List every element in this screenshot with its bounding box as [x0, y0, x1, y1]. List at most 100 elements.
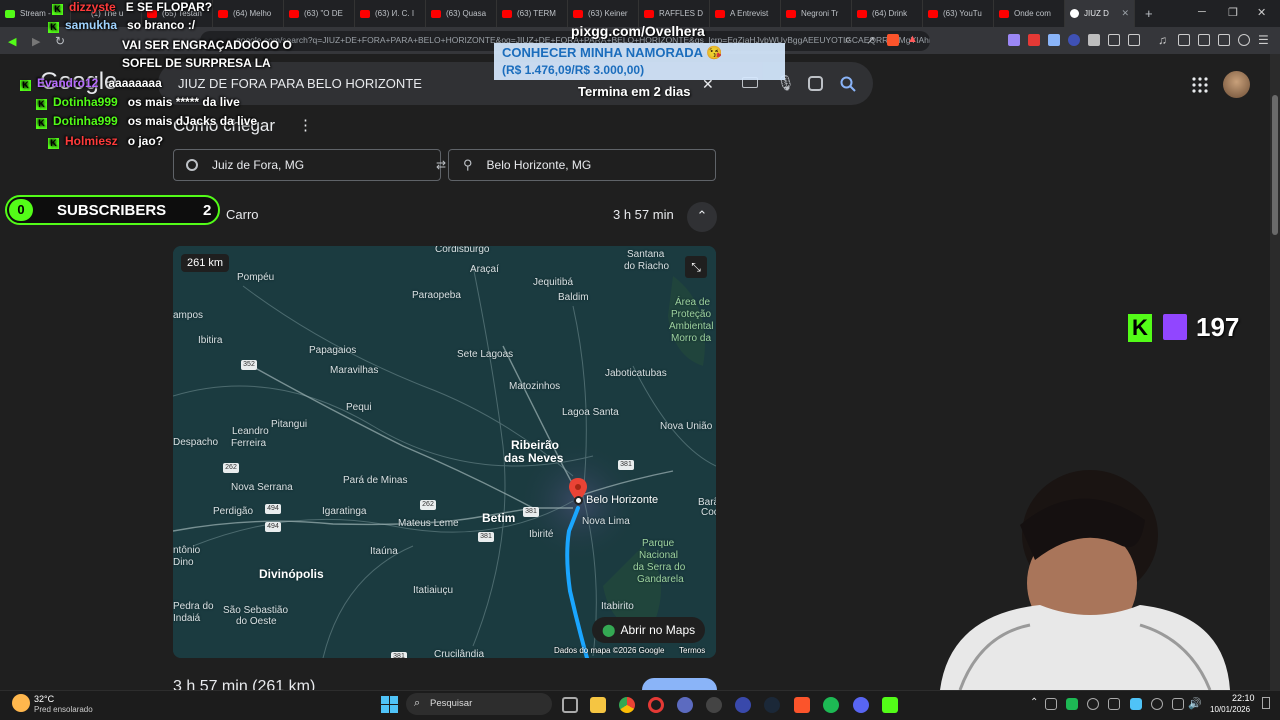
- music-icon[interactable]: ♫: [1158, 33, 1167, 47]
- browser-tab[interactable]: (63) "O DE: [284, 0, 355, 27]
- search-icon[interactable]: [840, 76, 856, 92]
- network-icon[interactable]: [1172, 698, 1184, 710]
- zoom-icon[interactable]: ⌕: [845, 34, 851, 47]
- chat-username: dizzyste: [69, 0, 116, 14]
- sidebar-icon[interactable]: [1178, 34, 1190, 46]
- close-icon[interactable]: ✕: [702, 76, 714, 93]
- screenshot-icon[interactable]: [1128, 34, 1140, 46]
- minimize-button[interactable]: ─: [1198, 6, 1206, 18]
- browser-tab[interactable]: (64) Drink: [852, 0, 923, 27]
- chat-username: samukha: [65, 18, 118, 32]
- tray-chevron-icon[interactable]: ⌃: [1030, 697, 1038, 708]
- extension-icon[interactable]: [1088, 34, 1100, 46]
- origin-field[interactable]: Juiz de Fora, MG: [173, 149, 441, 181]
- browser-tab[interactable]: (63) TERM: [497, 0, 568, 27]
- brave-rewards-icon[interactable]: ▲: [907, 33, 918, 45]
- chat-message: VAI SER ENGRAÇADOOOO O: [122, 38, 292, 52]
- weather-icon[interactable]: [12, 694, 30, 712]
- reload-icon[interactable]: ↻: [55, 34, 65, 48]
- tab-active[interactable]: JIUZ D ✕: [1065, 0, 1135, 27]
- lens-icon[interactable]: [808, 76, 823, 91]
- kick-icon[interactable]: [882, 697, 898, 713]
- wallet-icon[interactable]: [1198, 34, 1210, 46]
- map-label: Leandro: [232, 426, 269, 437]
- maximize-button[interactable]: ❐: [1228, 6, 1238, 19]
- map-label: ampos: [173, 310, 204, 321]
- chat-username: Dotinha999: [53, 114, 118, 128]
- extension-icon[interactable]: [1028, 34, 1040, 46]
- file-explorer-icon[interactable]: [590, 697, 606, 713]
- browser-tab[interactable]: (63) Quasa: [426, 0, 497, 27]
- microphone-icon[interactable]: [1151, 698, 1163, 710]
- discord-icon[interactable]: [853, 697, 869, 713]
- app-icon[interactable]: [735, 697, 751, 713]
- browser-tab[interactable]: (64) Melho: [213, 0, 284, 27]
- scrollbar-thumb[interactable]: [1272, 95, 1278, 235]
- browser-tab[interactable]: A Entrevist: [710, 0, 781, 27]
- collapse-map-icon[interactable]: ⤡: [685, 256, 707, 278]
- clock-time[interactable]: 22:10: [1232, 693, 1255, 703]
- chat-message: K Dotinha999 os mais dJacks da live: [36, 114, 257, 129]
- extension-icon[interactable]: [1068, 34, 1080, 46]
- browser-tab[interactable]: (63) И. С. I: [355, 0, 426, 27]
- collapse-chevron-icon[interactable]: ⌃: [687, 202, 717, 232]
- back-icon[interactable]: ◀: [8, 35, 16, 48]
- forward-icon[interactable]: ▶: [32, 35, 40, 48]
- tray-icon[interactable]: [1087, 698, 1099, 710]
- puzzle-icon[interactable]: [1108, 34, 1120, 46]
- origin-circle-icon: [186, 159, 198, 171]
- tray-icon[interactable]: [1108, 698, 1120, 710]
- directions-button[interactable]: [642, 678, 717, 690]
- terms-link[interactable]: Termos: [679, 646, 705, 655]
- windows-start-icon[interactable]: [381, 696, 398, 713]
- close-tab-icon[interactable]: ✕: [1121, 8, 1129, 19]
- brave-icon[interactable]: [794, 697, 810, 713]
- avatar[interactable]: [1223, 71, 1250, 98]
- volume-icon[interactable]: 🔊: [1188, 697, 1202, 710]
- map-label: Itatiaiuçu: [413, 585, 454, 596]
- tab-favicon-icon: [928, 9, 938, 18]
- task-view-icon[interactable]: [562, 697, 578, 713]
- spotify-icon[interactable]: [823, 697, 839, 713]
- webcam-streamer: [940, 470, 1230, 690]
- road-shield: 494: [265, 522, 281, 532]
- share-icon[interactable]: ↗: [866, 34, 875, 47]
- destination-field[interactable]: ⚲ Belo Horizonte, MG: [448, 149, 716, 181]
- search-icon: ⌕: [414, 697, 421, 709]
- chrome-icon[interactable]: [619, 697, 635, 713]
- extension-icon[interactable]: [1048, 34, 1060, 46]
- taskbar-search[interactable]: ⌕ Pesquisar: [406, 693, 552, 715]
- brave-shield-icon[interactable]: [887, 34, 899, 46]
- clock-date[interactable]: 10/01/2026: [1210, 705, 1250, 714]
- obs-icon[interactable]: [706, 697, 722, 713]
- tray-icon[interactable]: [1066, 698, 1078, 710]
- close-window-button[interactable]: ✕: [1257, 6, 1266, 19]
- route-map[interactable]: Cordisburgo Santana do Riacho Araçaí Pom…: [173, 246, 716, 658]
- menu-icon[interactable]: ☰: [1258, 33, 1269, 47]
- tab-favicon-icon: [786, 9, 796, 18]
- opera-icon[interactable]: [648, 697, 664, 713]
- browser-tab[interactable]: Onde com: [994, 0, 1065, 27]
- extension-icon[interactable]: [1008, 34, 1020, 46]
- map-label: Pequi: [346, 402, 372, 413]
- app-icon[interactable]: [677, 697, 693, 713]
- browser-tab[interactable]: (63) YouTu: [923, 0, 994, 27]
- kick-badge-icon: K: [48, 138, 59, 149]
- map-label: Araçaí: [470, 264, 499, 275]
- browser-tab[interactable]: Negroni Tr: [781, 0, 852, 27]
- more-options-icon[interactable]: ⋮: [298, 116, 313, 134]
- tray-icon[interactable]: [1045, 698, 1057, 710]
- bluetooth-icon[interactable]: [1130, 698, 1142, 710]
- shield-icon[interactable]: [1238, 34, 1250, 46]
- road-shield: 494: [265, 504, 281, 514]
- swap-icon[interactable]: ⇄: [436, 158, 446, 172]
- notification-icon[interactable]: [1262, 697, 1270, 709]
- apps-grid-icon[interactable]: [1192, 77, 1208, 93]
- steam-icon[interactable]: [764, 697, 780, 713]
- new-tab-button[interactable]: +: [1145, 6, 1153, 21]
- travel-mode-row[interactable]: Carro 3 h 57 min ⌃: [173, 196, 717, 232]
- search-input[interactable]: JIUZ DE FORA PARA BELO HORIZONTE: [178, 76, 422, 91]
- open-maps-button[interactable]: ⬤ Abrir no Maps: [592, 617, 706, 643]
- vpn-icon[interactable]: [1218, 34, 1230, 46]
- map-label: Papagaios: [309, 345, 357, 356]
